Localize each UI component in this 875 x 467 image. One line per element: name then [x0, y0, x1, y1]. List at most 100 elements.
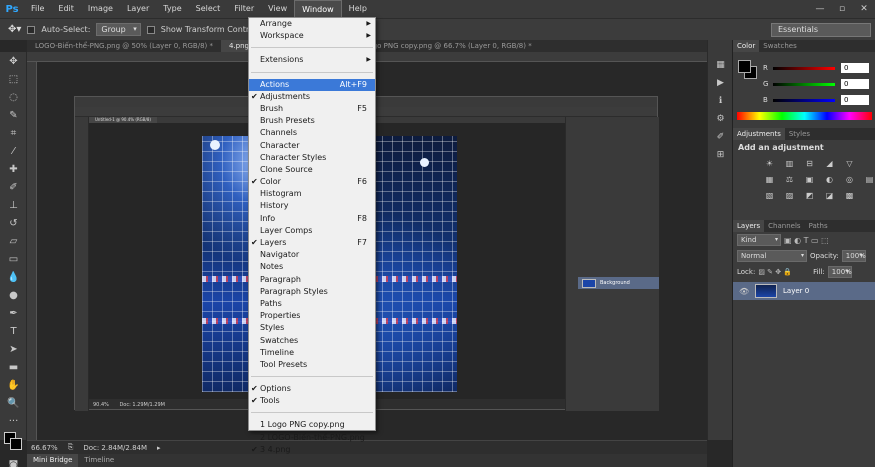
actions-panel-icon[interactable]: ▶ — [708, 74, 733, 92]
auto-select-dropdown[interactable]: Group — [96, 23, 141, 36]
export-icon[interactable]: ⎘ — [68, 443, 74, 452]
window-menu-item-layers[interactable]: ✔ Layers F7 — [249, 237, 375, 249]
quick-select-icon[interactable]: ✎ — [0, 106, 27, 124]
tab-color[interactable]: Color — [733, 40, 760, 52]
zoom-level[interactable]: 66.67% — [31, 444, 58, 452]
menu-edit[interactable]: Edit — [51, 0, 81, 18]
type-icon[interactable]: T — [0, 322, 27, 340]
curves-icon[interactable]: ⊟ — [803, 157, 816, 170]
window-menu-item-workspace[interactable]: Workspace ▶ — [249, 30, 375, 42]
healing-icon[interactable]: ✚ — [0, 160, 27, 178]
green-slider[interactable] — [773, 82, 835, 86]
gradient-map-icon[interactable]: ◪ — [823, 189, 836, 202]
window-menu-item-arrange[interactable]: Arrange ▶ — [249, 18, 375, 30]
clone-source-icon[interactable]: ⊞ — [708, 146, 733, 164]
tab-layers[interactable]: Layers — [733, 220, 765, 232]
move-icon[interactable]: ✥ — [0, 52, 27, 70]
dodge-icon[interactable]: ● — [0, 286, 27, 304]
eraser-icon[interactable]: ▱ — [0, 232, 27, 250]
photo-filter-icon[interactable]: ◐ — [823, 173, 836, 186]
background-color-swatch[interactable] — [10, 438, 22, 450]
brush-icon[interactable]: ✐ — [0, 178, 27, 196]
marquee-icon[interactable]: ⬚ — [0, 70, 27, 88]
filter-kind-dropdown[interactable]: Kind — [737, 234, 781, 246]
window-menu-item-clone-source[interactable]: Clone Source — [249, 164, 375, 176]
window-menu-item-timeline[interactable]: Timeline — [249, 347, 375, 359]
menu-help[interactable]: Help — [342, 0, 374, 18]
show-transform-checkbox[interactable] — [146, 25, 155, 34]
blur-icon[interactable]: 💧 — [0, 268, 27, 286]
brush-panel-icon[interactable]: ✐ — [708, 128, 733, 146]
color-swatches[interactable] — [0, 430, 26, 456]
menu-view[interactable]: View — [261, 0, 294, 18]
lasso-icon[interactable]: ◌ — [0, 88, 27, 106]
menu-type[interactable]: Type — [156, 0, 188, 18]
tab-timeline[interactable]: Timeline — [78, 454, 120, 467]
black-white-icon[interactable]: ▣ — [803, 173, 816, 186]
blue-slider[interactable] — [773, 98, 835, 102]
window-menu-item-extensions[interactable]: Extensions ▶ — [249, 54, 375, 66]
green-value[interactable]: 0 — [841, 79, 869, 89]
window-menu-item-swatches[interactable]: Swatches — [249, 335, 375, 347]
red-value[interactable]: 0 — [841, 63, 869, 73]
workspace-switcher[interactable]: Essentials — [771, 23, 871, 37]
invert-icon[interactable]: ▧ — [763, 189, 776, 202]
gradient-icon[interactable]: ▭ — [0, 250, 27, 268]
window-menu-item-paragraph-styles[interactable]: Paragraph Styles — [249, 286, 375, 298]
menu-select[interactable]: Select — [189, 0, 228, 18]
menu-window[interactable]: Window — [294, 0, 342, 18]
tab-channels[interactable]: Channels — [764, 220, 804, 232]
window-menu-item-1-logo-png-copy-png[interactable]: 1 Logo PNG copy.png — [249, 419, 375, 431]
tab-logo-bien-the[interactable]: LOGO-Biến-thể-PNG.png @ 50% (Layer 0, RG… — [27, 40, 221, 52]
history-brush-icon[interactable]: ↺ — [0, 214, 27, 232]
tab-mini-bridge[interactable]: Mini Bridge — [27, 454, 79, 467]
close-icon[interactable]: ✕ — [853, 0, 875, 18]
history-panel-icon[interactable]: ▦ — [708, 56, 733, 74]
brightness-icon[interactable]: ☀ — [763, 157, 776, 170]
window-menu-item-brush-presets[interactable]: Brush Presets — [249, 115, 375, 127]
vibrance-icon[interactable]: ▽ — [843, 157, 856, 170]
menu-layer[interactable]: Layer — [120, 0, 156, 18]
red-slider[interactable] — [773, 66, 835, 70]
crop-icon[interactable]: ⌗ — [0, 124, 27, 142]
more-tools-icon[interactable]: ··· — [0, 412, 27, 430]
menu-image[interactable]: Image — [81, 0, 120, 18]
minimize-icon[interactable]: — — [809, 0, 831, 18]
window-menu-item-histogram[interactable]: Histogram — [249, 188, 375, 200]
visibility-eye-icon[interactable]: 👁 — [739, 287, 749, 296]
path-select-icon[interactable]: ➤ — [0, 340, 27, 358]
window-menu-item-paths[interactable]: Paths — [249, 298, 375, 310]
window-menu-item-properties[interactable]: Properties — [249, 310, 375, 322]
tab-swatches[interactable]: Swatches — [759, 40, 800, 52]
window-menu-item-color[interactable]: ✔ Color F6 — [249, 176, 375, 188]
hand-icon[interactable]: ✋ — [0, 376, 27, 394]
hue-saturation-icon[interactable]: ▦ — [763, 173, 776, 186]
layer-row[interactable]: 👁 Layer 0 — [733, 282, 875, 300]
stamp-icon[interactable]: ⊥ — [0, 196, 27, 214]
window-menu-item-navigator[interactable]: Navigator — [249, 249, 375, 261]
move-tool-icon[interactable]: ✥▾ — [8, 24, 21, 35]
foreground-color-swatch[interactable] — [738, 60, 751, 73]
fill-input[interactable]: 100% — [827, 266, 852, 278]
lock-icons[interactable]: ▨ ✎ ✥ 🔒 — [758, 268, 792, 276]
window-menu-item-options[interactable]: ✔ Options — [249, 383, 375, 395]
shape-icon[interactable]: ▬ — [0, 358, 27, 376]
window-menu-item-brush[interactable]: Brush F5 — [249, 103, 375, 115]
color-balance-icon[interactable]: ⚖ — [783, 173, 796, 186]
opacity-input[interactable]: 100% — [841, 250, 866, 262]
window-menu-item-3-4-png[interactable]: ✔ 3 4.png — [249, 444, 375, 456]
status-menu-icon[interactable]: ▸ — [157, 444, 161, 452]
window-menu-item-info[interactable]: Info F8 — [249, 213, 375, 225]
window-menu-item-history[interactable]: History — [249, 200, 375, 212]
window-menu-item-actions[interactable]: Actions Alt+F9 — [249, 78, 375, 91]
posterize-icon[interactable]: ▨ — [783, 189, 796, 202]
filter-icons[interactable]: ▣ ◐ T ▭ ⬚ — [784, 236, 829, 245]
window-menu-item-character-styles[interactable]: Character Styles — [249, 152, 375, 164]
window-menu-item-character[interactable]: Character — [249, 140, 375, 152]
window-menu-item-adjustments[interactable]: ✔ Adjustments — [249, 91, 375, 103]
color-lookup-icon[interactable]: ▤ — [863, 173, 875, 186]
blue-value[interactable]: 0 — [841, 95, 869, 105]
window-menu-item-tools[interactable]: ✔ Tools — [249, 395, 375, 407]
tab-adjustments[interactable]: Adjustments — [733, 128, 785, 140]
quick-mask-icon[interactable]: ◙ — [0, 456, 27, 467]
